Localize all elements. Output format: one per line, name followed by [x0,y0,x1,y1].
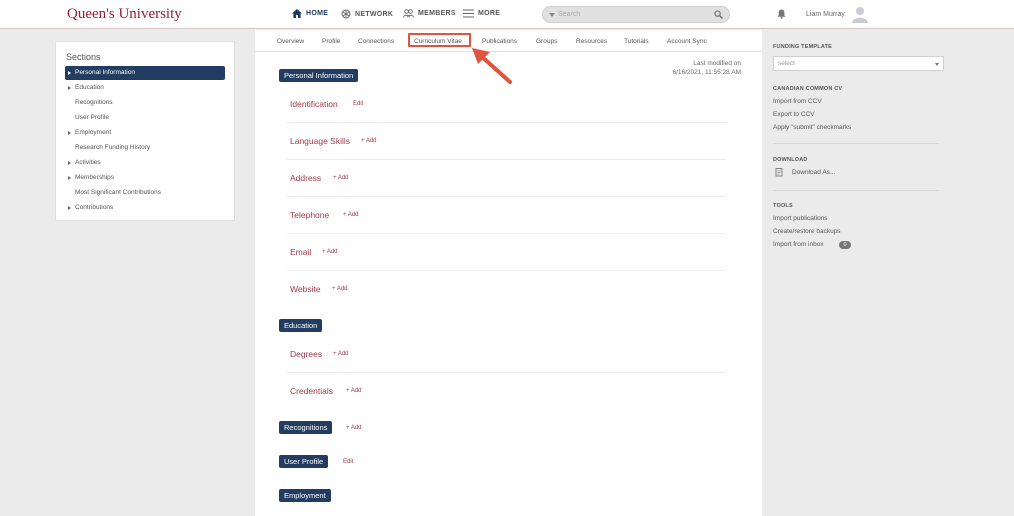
ccv-heading: CANADIAN COMMON CV [773,86,843,92]
expand-arrow-icon[interactable] [68,71,71,75]
nav-network[interactable]: NETWORK [341,9,393,19]
network-icon [341,9,351,19]
section-item-user-profile[interactable]: User Profile [65,111,225,126]
nav-more-label: MORE [478,10,501,17]
home-icon [292,9,302,18]
divider [287,233,726,234]
section-item-personal-information[interactable]: Personal Information [65,66,225,80]
tab-groups[interactable]: Groups [536,38,557,45]
section-item-contributions[interactable]: Contributions [65,201,225,216]
expand-arrow-icon[interactable] [68,161,71,165]
nav-network-label: NETWORK [355,10,394,18]
edit-identification-button[interactable]: Edit [353,101,363,107]
add-email-button[interactable]: + Add [322,249,338,255]
import-from-ccv-link[interactable]: Import from CCV [773,98,822,105]
tab-overview[interactable]: Overview [277,38,304,45]
divider [773,143,939,144]
tools-heading: TOOLS [773,203,793,209]
search-icon[interactable] [714,10,723,19]
field-identification[interactable]: Identification [290,99,338,109]
funding-template-heading: FUNDING TEMPLATE [773,44,833,50]
section-item-most-significant-contributions[interactable]: Most Significant Contributions [65,186,225,201]
import-publications-link[interactable]: Import publications [773,215,828,222]
nav-home[interactable]: HOME [292,9,328,18]
section-header-user-profile[interactable]: User Profile [279,455,329,468]
divider [287,270,726,271]
annotation-arrow-icon [472,48,512,84]
divider [287,159,726,160]
cv-main: Overview Profile Connections Curriculum … [255,30,762,516]
tab-highlight-box [408,33,471,47]
section-item-research-funding-history[interactable]: Research Funding History [65,141,225,156]
avatar[interactable] [852,6,868,23]
search-box[interactable] [542,6,730,23]
section-item-education[interactable]: Education [65,81,225,96]
field-language-skills[interactable]: Language Skills [290,136,350,146]
download-icon [775,168,783,177]
funding-template-value: select [778,60,795,67]
add-language-skills-button[interactable]: + Add [361,138,377,144]
sections-title: Sections [66,52,101,62]
tab-tutorials[interactable]: Tutorials [624,38,649,45]
chevron-down-icon [935,63,939,66]
section-header-education[interactable]: Education [279,319,323,332]
field-website[interactable]: Website [290,284,321,294]
tab-profile[interactable]: Profile [322,38,340,45]
expand-arrow-icon[interactable] [68,176,71,180]
divider [287,122,726,123]
members-icon [403,9,414,18]
field-telephone[interactable]: Telephone [290,210,329,220]
tab-resources[interactable]: Resources [576,38,607,45]
section-list: Personal Information Education Recogniti… [65,66,225,216]
section-item-memberships[interactable]: Memberships [65,171,225,186]
section-header-personal-information[interactable]: Personal Information [279,69,359,82]
divider [287,196,726,197]
tab-account-sync[interactable]: Account Sync [667,38,707,45]
add-degrees-button[interactable]: + Add [333,351,349,357]
section-item-activities[interactable]: Activities [65,156,225,171]
download-as-link[interactable]: Download As... [792,169,835,176]
right-panel: FUNDING TEMPLATE select CANADIAN COMMON … [763,30,1014,516]
create-restore-backups-link[interactable]: Create/restore backups [773,228,841,235]
add-telephone-button[interactable]: + Add [343,212,359,218]
university-logo[interactable]: Queen's University [67,6,182,23]
expand-arrow-icon[interactable] [68,86,71,90]
import-from-inbox-link[interactable]: Import from inbox [773,241,824,248]
expand-arrow-icon[interactable] [68,131,71,135]
search-scope-dropdown[interactable] [549,13,555,17]
nav-more[interactable]: MORE [463,9,500,18]
section-item-employment[interactable]: Employment [65,126,225,141]
sections-panel: Sections Personal Information Education … [55,41,235,221]
nav-members[interactable]: MEMBERS [403,9,456,18]
user-name[interactable]: Liam Murray [806,11,845,18]
divider [287,372,726,373]
divider [773,190,939,191]
download-heading: DOWNLOAD [773,157,808,163]
funding-template-select[interactable]: select [773,56,944,71]
apply-submit-checkmarks-link[interactable]: Apply "submit" checkmarks [773,124,851,131]
expand-arrow-icon[interactable] [68,206,71,210]
add-credentials-button[interactable]: + Add [346,388,362,394]
section-header-employment[interactable]: Employment [279,489,331,502]
field-address[interactable]: Address [290,173,321,183]
menu-icon [463,9,474,18]
bell-icon[interactable] [777,9,786,19]
last-modified: Last modified on 6/16/2021, 11:55:28 AM [672,60,741,76]
add-website-button[interactable]: + Add [332,286,348,292]
add-recognitions-button[interactable]: + Add [346,425,362,431]
export-to-ccv-link[interactable]: Export to CCV [773,111,815,118]
field-degrees[interactable]: Degrees [290,349,322,359]
tab-connections[interactable]: Connections [358,38,394,45]
top-bar: Queen's University HOME NETWORK MEMBERS … [0,0,1014,29]
edit-user-profile-button[interactable]: Edit [343,459,353,465]
search-input[interactable] [558,9,708,20]
nav-home-label: HOME [306,10,329,17]
field-credentials[interactable]: Credentials [290,386,333,396]
field-email[interactable]: Email [290,247,311,257]
add-address-button[interactable]: + Add [333,175,349,181]
inbox-count-badge: 0 [839,241,851,249]
section-item-recognitions[interactable]: Recognitions [65,96,225,111]
section-header-recognitions[interactable]: Recognitions [279,421,333,434]
nav-members-label: MEMBERS [418,10,456,17]
